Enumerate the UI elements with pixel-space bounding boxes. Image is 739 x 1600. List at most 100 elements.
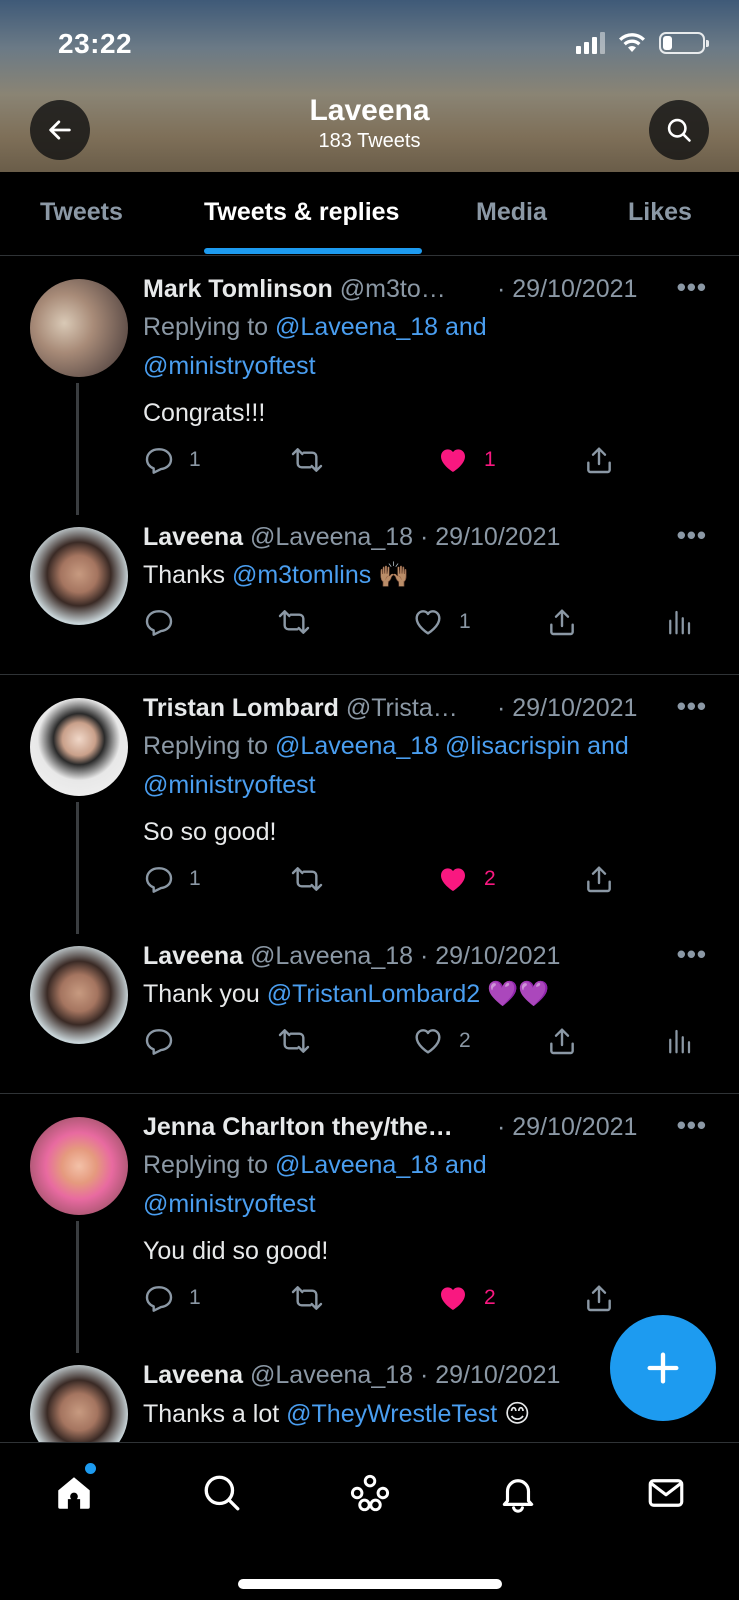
reply-button[interactable]: 1 bbox=[143, 863, 201, 895]
tweet-feed[interactable]: Mark Tomlinson @m3to… · 29/10/2021 ••• R… bbox=[0, 256, 739, 1442]
author-handle[interactable]: @Laveena_18 bbox=[250, 1361, 413, 1389]
like-button[interactable]: 1 bbox=[436, 444, 496, 476]
avatar[interactable] bbox=[30, 1117, 128, 1215]
emoji: 🙌🏽 bbox=[378, 561, 410, 589]
tab-tweets[interactable]: Tweets bbox=[40, 198, 123, 227]
retweet-button[interactable] bbox=[277, 1025, 311, 1057]
tweet-author-line: Laveena @Laveena_18 · 29/10/2021 bbox=[143, 942, 560, 971]
mention-link[interactable]: @ministryoftest bbox=[143, 352, 316, 381]
divider bbox=[0, 1093, 739, 1094]
date-separator: · bbox=[497, 694, 506, 722]
tweet-text: Thanks a lot @TheyWrestleTest 😊 bbox=[143, 1399, 530, 1429]
retweet-icon bbox=[290, 863, 324, 895]
tweet-date[interactable]: 29/10/2021 bbox=[435, 523, 560, 551]
tweet-count: 183 Tweets bbox=[318, 130, 421, 152]
nav-notifications[interactable] bbox=[494, 1469, 542, 1517]
avatar[interactable] bbox=[30, 698, 128, 796]
home-indicator[interactable] bbox=[238, 1579, 502, 1589]
tab-media[interactable]: Media bbox=[476, 198, 547, 227]
reply-button[interactable]: 1 bbox=[143, 444, 201, 476]
reply-button[interactable]: 1 bbox=[143, 1282, 201, 1314]
share-icon bbox=[546, 1025, 578, 1057]
heart-icon bbox=[411, 1025, 445, 1057]
mention-link[interactable]: @Laveena_18 and bbox=[275, 313, 487, 341]
home-icon bbox=[58, 1477, 90, 1509]
nav-home[interactable] bbox=[50, 1469, 98, 1517]
mention-link[interactable]: @TheyWrestleTest bbox=[286, 1400, 497, 1428]
retweet-button[interactable] bbox=[290, 863, 324, 895]
tab-tweets-and-replies[interactable]: Tweets & replies bbox=[204, 198, 399, 227]
more-icon[interactable]: ••• bbox=[677, 520, 707, 551]
retweet-button[interactable] bbox=[290, 444, 324, 476]
retweet-button[interactable] bbox=[277, 606, 311, 638]
tweet-text-prefix: Thanks a lot bbox=[143, 1400, 280, 1428]
mention-link[interactable]: @TristanLombard2 bbox=[267, 980, 480, 1008]
like-button[interactable]: 2 bbox=[436, 863, 496, 895]
mention-link[interactable]: @Laveena_18 @lisacrispin and bbox=[275, 732, 629, 760]
avatar[interactable] bbox=[30, 527, 128, 625]
replying-to: Replying to @Laveena_18 and bbox=[143, 313, 487, 342]
nav-spaces[interactable] bbox=[346, 1469, 394, 1517]
replying-prefix: Replying to bbox=[143, 1151, 269, 1179]
reply-button[interactable] bbox=[143, 1025, 175, 1057]
reply-button[interactable] bbox=[143, 606, 175, 638]
tweet-date-line: · 29/10/2021 bbox=[497, 694, 637, 723]
mention-link[interactable]: @ministryoftest bbox=[143, 1190, 316, 1219]
share-button[interactable] bbox=[583, 863, 615, 895]
reply-icon bbox=[143, 863, 175, 895]
retweet-icon bbox=[290, 1282, 324, 1314]
retweet-button[interactable] bbox=[290, 1282, 324, 1314]
author-name[interactable]: Laveena bbox=[143, 942, 243, 970]
more-icon[interactable]: ••• bbox=[677, 691, 707, 722]
mention-link[interactable]: @m3tomlins bbox=[232, 561, 371, 589]
tab-likes[interactable]: Likes bbox=[628, 198, 692, 227]
tweet-date[interactable]: 29/10/2021 bbox=[512, 1113, 637, 1141]
tweet-date[interactable]: 29/10/2021 bbox=[512, 275, 637, 303]
tweet-text-prefix: Thanks bbox=[143, 561, 225, 589]
author-name[interactable]: Jenna Charlton they/the… bbox=[143, 1113, 453, 1141]
analytics-button[interactable] bbox=[664, 1025, 694, 1057]
author-name[interactable]: Laveena bbox=[143, 1361, 243, 1389]
profile-header: 23:22 Laveena 183 Tweets bbox=[0, 0, 739, 172]
tweet-text: Congrats!!! bbox=[143, 399, 266, 427]
author-handle[interactable]: @Laveena_18 bbox=[250, 942, 413, 970]
more-icon[interactable]: ••• bbox=[677, 1110, 707, 1141]
nav-explore[interactable] bbox=[198, 1469, 246, 1517]
author-name[interactable]: Laveena bbox=[143, 523, 243, 551]
share-button[interactable] bbox=[583, 444, 615, 476]
thread-line bbox=[76, 1221, 79, 1353]
date-separator: · bbox=[419, 523, 429, 551]
share-button[interactable] bbox=[583, 1282, 615, 1314]
like-button[interactable]: 1 bbox=[411, 606, 471, 638]
like-count: 1 bbox=[484, 448, 496, 471]
analytics-button[interactable] bbox=[664, 606, 694, 638]
share-button[interactable] bbox=[546, 1025, 578, 1057]
explore-icon bbox=[204, 1475, 240, 1511]
mention-link[interactable]: @ministryoftest bbox=[143, 771, 316, 800]
tweet-date[interactable]: 29/10/2021 bbox=[435, 942, 560, 970]
bottom-nav bbox=[0, 1442, 739, 1600]
avatar[interactable] bbox=[30, 1365, 128, 1442]
author-handle[interactable]: @Trista… bbox=[346, 694, 458, 722]
share-icon bbox=[583, 444, 615, 476]
tweet-date[interactable]: 29/10/2021 bbox=[435, 1361, 560, 1389]
thread-line bbox=[76, 383, 79, 515]
avatar[interactable] bbox=[30, 279, 128, 377]
mention-link[interactable]: @Laveena_18 and bbox=[275, 1151, 487, 1179]
tweet-date[interactable]: 29/10/2021 bbox=[512, 694, 637, 722]
author-handle[interactable]: @Laveena_18 bbox=[250, 523, 413, 551]
avatar[interactable] bbox=[30, 946, 128, 1044]
compose-tweet-button[interactable] bbox=[610, 1315, 716, 1421]
author-name[interactable]: Tristan Lombard bbox=[143, 694, 339, 722]
author-handle[interactable]: @m3to… bbox=[340, 275, 446, 303]
share-button[interactable] bbox=[546, 606, 578, 638]
search-button[interactable] bbox=[649, 100, 709, 160]
like-button[interactable]: 2 bbox=[411, 1025, 471, 1057]
retweet-icon bbox=[290, 444, 324, 476]
more-icon[interactable]: ••• bbox=[677, 939, 707, 970]
author-name[interactable]: Mark Tomlinson bbox=[143, 275, 333, 303]
nav-messages[interactable] bbox=[642, 1469, 690, 1517]
replying-prefix: Replying to bbox=[143, 313, 269, 341]
more-icon[interactable]: ••• bbox=[677, 272, 707, 303]
like-button[interactable]: 2 bbox=[436, 1282, 496, 1314]
